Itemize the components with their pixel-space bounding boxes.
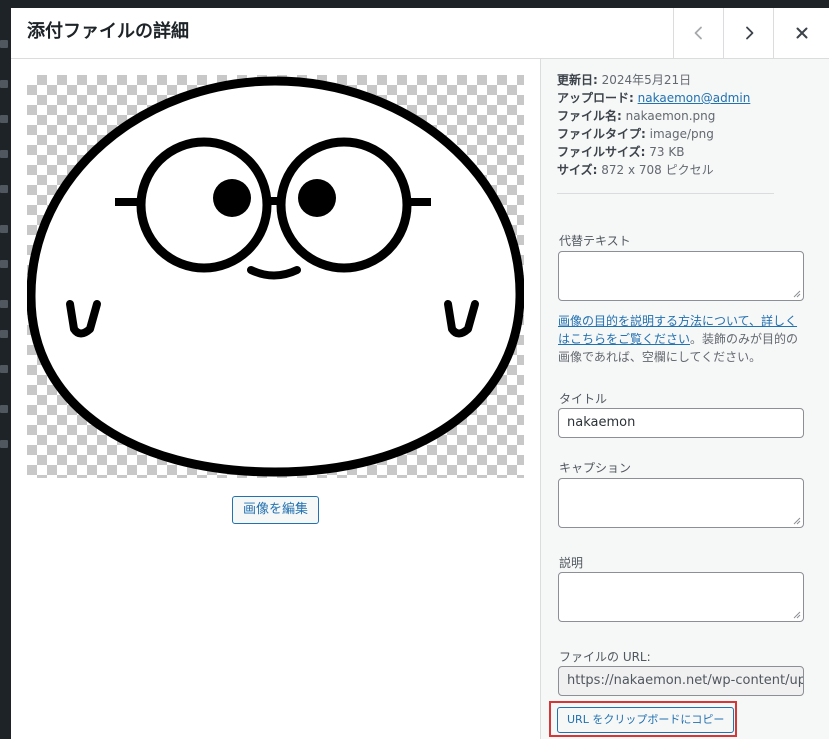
chevron-left-icon (694, 26, 702, 40)
description-label: 説明 (559, 556, 584, 570)
resize-handle-icon[interactable] (793, 517, 801, 525)
divider (557, 193, 774, 194)
resize-handle-icon[interactable] (793, 611, 801, 619)
alt-text-field[interactable] (558, 251, 804, 301)
chevron-right-icon (745, 26, 753, 40)
attachment-details-sidebar: 更新日: 2024年5月21日 アップロード: nakaemon@admin フ… (540, 59, 829, 739)
menu-icon (0, 40, 8, 48)
previous-attachment-button[interactable] (673, 8, 723, 58)
copy-url-button[interactable]: URL をクリップボードにコピー (557, 707, 735, 733)
file-size: ファイルサイズ: 73 KB (557, 145, 685, 159)
caption-label: キャプション (559, 461, 632, 475)
menu-icon (0, 330, 8, 338)
title-label: タイトル (559, 392, 608, 406)
caption-field[interactable] (558, 478, 804, 528)
uploaded-on: 更新日: 2024年5月21日 (557, 73, 692, 87)
menu-icon (0, 80, 8, 88)
file-type: ファイルタイプ: image/png (557, 127, 714, 141)
image-preview-pane: 画像を編集 (11, 59, 540, 739)
dimensions: サイズ: 872 x 708 ピクセル (557, 163, 714, 177)
file-url-field[interactable]: https://nakaemon.net/wp-content/up (558, 666, 804, 696)
menu-icon (0, 440, 8, 448)
menu-icon (0, 225, 8, 233)
alt-text-label: 代替テキスト (559, 234, 631, 248)
menu-icon (0, 260, 8, 268)
edit-image-button[interactable]: 画像を編集 (232, 496, 320, 524)
uploaded-by-link[interactable]: nakaemon@admin (638, 91, 751, 105)
attachment-details-modal: 添付ファイルの詳細 画像を編集 更新日: 2024年5月21日 アップロード: … (11, 8, 829, 739)
modal-header: 添付ファイルの詳細 (11, 8, 829, 59)
nakaemon-face-illustration (27, 76, 524, 477)
resize-handle-icon[interactable] (793, 290, 801, 298)
modal-title: 添付ファイルの詳細 (27, 21, 189, 42)
menu-icon (0, 365, 8, 373)
menu-icon (0, 185, 8, 193)
next-attachment-button[interactable] (723, 8, 773, 58)
description-field[interactable] (558, 572, 804, 622)
menu-icon (0, 405, 8, 413)
file-name: ファイル名: nakaemon.png (557, 109, 716, 123)
uploaded-by: アップロード: nakaemon@admin (557, 91, 751, 105)
menu-icon (0, 115, 8, 123)
menu-icon (0, 300, 8, 308)
attachment-image (27, 75, 524, 478)
close-modal-button[interactable] (773, 8, 829, 58)
file-details: 更新日: 2024年5月21日 アップロード: nakaemon@admin フ… (557, 71, 774, 179)
close-icon (796, 27, 807, 39)
menu-icon (0, 150, 8, 158)
file-url-label: ファイルの URL: (559, 650, 651, 664)
title-field[interactable]: nakaemon (558, 408, 804, 438)
alt-text-help: 画像の目的を説明する方法について、詳しくはこちらをご覧ください。装飾のみが目的の… (558, 314, 799, 364)
